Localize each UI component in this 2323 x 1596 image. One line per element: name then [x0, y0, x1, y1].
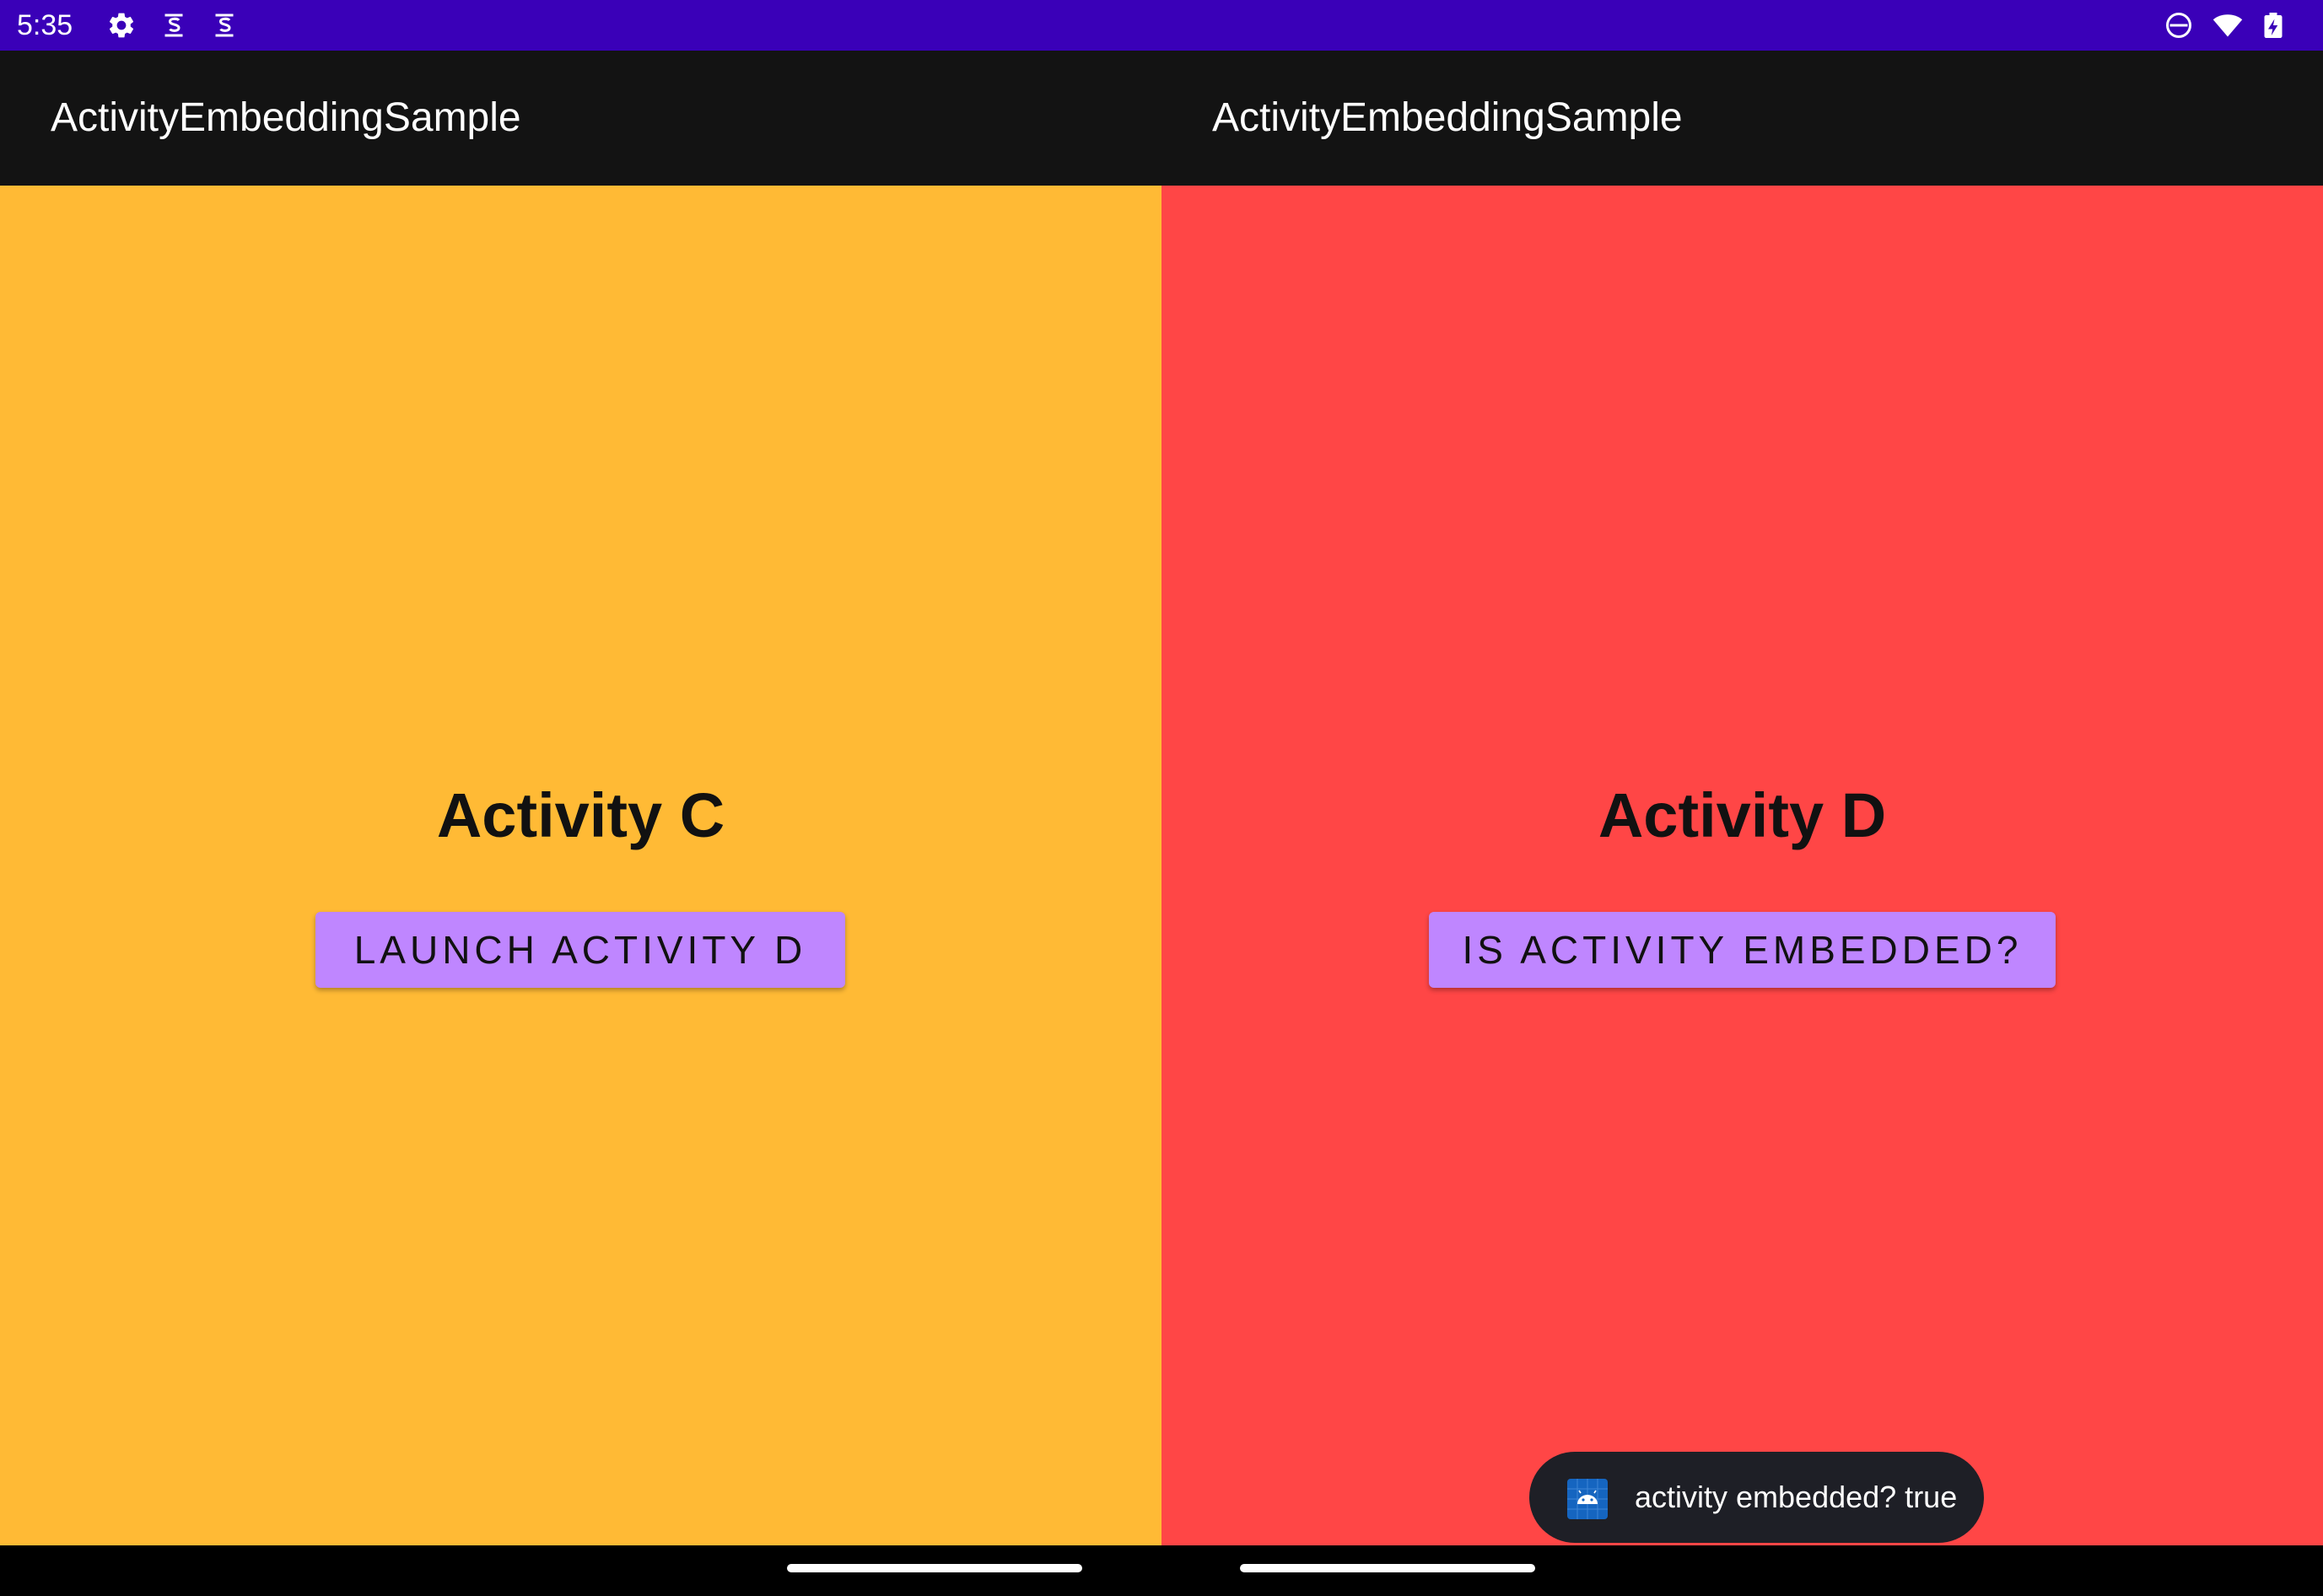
wifi-icon	[2213, 14, 2243, 37]
activity-d-pane: ActivityEmbeddingSample Activity D IS AC…	[1162, 51, 2323, 1545]
s-badge-icon	[164, 13, 183, 37]
app-title: ActivityEmbeddingSample	[1212, 95, 1683, 140]
activity-c-heading: Activity C	[436, 780, 725, 850]
gear-icon	[109, 13, 134, 38]
activity-d-heading: Activity D	[1598, 780, 1887, 850]
gesture-handle-right[interactable]	[1240, 1564, 1535, 1572]
app-bar-left: ActivityEmbeddingSample	[0, 51, 1162, 186]
activity-c-content: Activity C LAUNCH ACTIVITY D	[0, 186, 1162, 1545]
activity-c-pane: ActivityEmbeddingSample Activity C LAUNC…	[0, 51, 1162, 1545]
android-app-icon	[1567, 1479, 1608, 1519]
toast: activity embedded? true	[1529, 1452, 1984, 1543]
activity-d-content: Activity D IS ACTIVITY EMBEDDED?	[1162, 186, 2323, 1545]
toast-message: activity embedded? true	[1635, 1480, 1958, 1514]
navigation-bar	[0, 1545, 2323, 1596]
app-title: ActivityEmbeddingSample	[51, 95, 521, 140]
app-bar-right: ActivityEmbeddingSample	[1162, 51, 2323, 186]
status-bar: 5:35	[0, 0, 2323, 51]
battery-charging-icon	[2264, 13, 2283, 38]
do-not-disturb-icon	[2166, 13, 2191, 38]
gesture-handle-left[interactable]	[787, 1564, 1082, 1572]
s-badge-icon	[215, 13, 234, 37]
status-time: 5:35	[17, 9, 73, 41]
launch-activity-d-button[interactable]: LAUNCH ACTIVITY D	[315, 912, 845, 988]
is-activity-embedded-button[interactable]: IS ACTIVITY EMBEDDED?	[1429, 912, 2056, 988]
